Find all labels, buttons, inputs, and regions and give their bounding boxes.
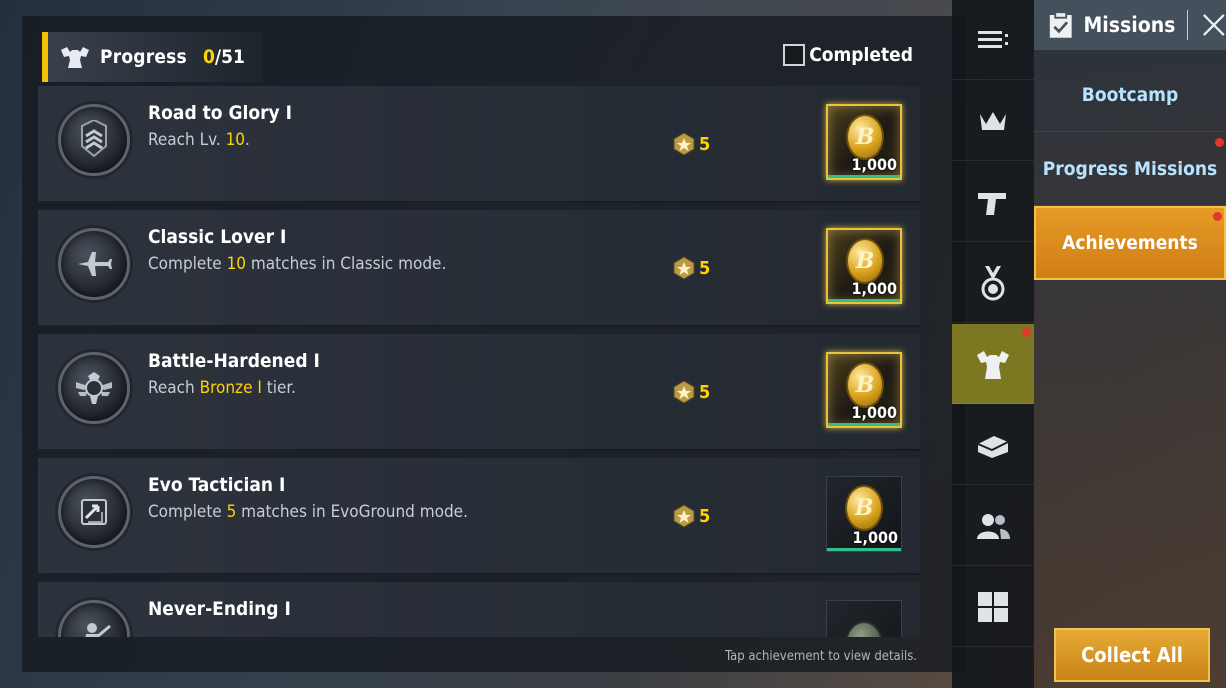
swap-arrows-icon bbox=[81, 499, 107, 525]
sidebar-title: Missions bbox=[1083, 13, 1176, 37]
sidebar-item-achievements[interactable]: Achievements bbox=[1034, 206, 1226, 280]
reward-amount: 1,000 bbox=[851, 155, 897, 174]
reward-progress-bar bbox=[827, 548, 901, 551]
reward-amount: 1,000 bbox=[851, 403, 897, 422]
medal-icon bbox=[981, 265, 1005, 300]
achievement-row[interactable]: Classic Lover I Complete 10 matches in C… bbox=[38, 210, 920, 327]
reward-box[interactable] bbox=[826, 600, 902, 637]
airplane-icon bbox=[78, 252, 112, 276]
header-divider bbox=[1187, 10, 1189, 40]
notification-dot bbox=[1215, 138, 1224, 147]
completed-filter[interactable]: Completed bbox=[783, 44, 913, 66]
achievement-row[interactable]: Road to Glory I Reach Lv. 10. 5 B 1,000 bbox=[38, 86, 920, 203]
achievement-title: Road to Glory I bbox=[148, 102, 292, 124]
reward-box[interactable]: B 1,000 bbox=[826, 228, 902, 304]
category-menu[interactable] bbox=[952, 0, 1034, 80]
achievement-description: Reach Lv. 10. bbox=[148, 130, 250, 150]
achievements-panel: Progress 0/51 Completed Road to Glory I … bbox=[22, 16, 965, 672]
treasure-chest-icon bbox=[977, 435, 1009, 458]
reward-amount: 1,000 bbox=[851, 279, 897, 298]
reward-progress-bar bbox=[828, 299, 900, 302]
notification-dot bbox=[1213, 212, 1222, 221]
achievement-points: 5 bbox=[672, 256, 710, 280]
achievement-list[interactable]: Road to Glory I Reach Lv. 10. 5 B 1,000 … bbox=[38, 86, 920, 637]
achievement-point-icon bbox=[673, 380, 695, 404]
sidebar-item-progress-missions[interactable]: Progress Missions bbox=[1034, 132, 1226, 206]
achievement-row[interactable]: Battle-Hardened I Reach Bronze I tier. 5… bbox=[38, 334, 920, 451]
category-rail bbox=[952, 0, 1034, 688]
bp-coin-icon: B bbox=[846, 362, 884, 408]
grid-icon bbox=[978, 591, 1008, 622]
achievement-title: Evo Tactician I bbox=[148, 474, 286, 496]
achievement-description: Complete 10 matches in Classic mode. bbox=[148, 254, 447, 274]
progress-total-count: /51 bbox=[214, 46, 245, 68]
achievement-title: Classic Lover I bbox=[148, 226, 287, 248]
achievement-description: Complete 5 matches in EvoGround mode. bbox=[148, 502, 468, 522]
achievement-row[interactable]: Never-Ending I bbox=[38, 582, 920, 637]
achievement-point-icon bbox=[673, 504, 695, 528]
achievement-badge bbox=[58, 352, 130, 424]
close-icon[interactable] bbox=[1202, 12, 1226, 38]
completed-checkbox[interactable] bbox=[783, 44, 806, 66]
reward-box[interactable]: B 1,000 bbox=[826, 352, 902, 428]
achievement-badge bbox=[58, 104, 130, 176]
progress-current-count: 0 bbox=[202, 46, 215, 68]
achievement-points: 5 bbox=[672, 132, 710, 156]
category-social[interactable] bbox=[952, 486, 1034, 566]
pistol-icon bbox=[978, 192, 1006, 215]
soldier-icon bbox=[85, 623, 111, 637]
category-weapons[interactable] bbox=[952, 162, 1034, 242]
reward-box[interactable]: B 1,000 bbox=[826, 104, 902, 180]
category-achievements[interactable] bbox=[952, 324, 1034, 404]
achievement-points: 5 bbox=[672, 504, 710, 528]
flexing-muscle-icon bbox=[977, 350, 1009, 379]
flexing-muscle-icon bbox=[61, 47, 89, 68]
achievement-badge bbox=[58, 476, 130, 548]
category-crown[interactable] bbox=[952, 81, 1034, 161]
bp-coin-icon: B bbox=[845, 485, 883, 531]
achievement-title: Never-Ending I bbox=[148, 598, 291, 620]
reward-amount: 1,000 bbox=[852, 528, 898, 547]
achievement-badge bbox=[58, 228, 130, 300]
winged-emblem-icon bbox=[76, 372, 112, 404]
bp-coin-icon: B bbox=[846, 114, 884, 160]
completed-label: Completed bbox=[809, 44, 913, 66]
missions-sidebar: Missions Bootcamp Progress Missions Achi… bbox=[1034, 0, 1226, 688]
achievement-point-icon bbox=[673, 256, 695, 280]
helmet-reward-icon bbox=[845, 621, 883, 637]
menu-list-icon bbox=[978, 30, 1008, 48]
achievement-badge bbox=[58, 600, 130, 637]
chevron-rank-icon bbox=[81, 120, 107, 158]
achievement-description: Reach Bronze I tier. bbox=[148, 378, 296, 398]
category-medal[interactable] bbox=[952, 243, 1034, 323]
sidebar-item-bootcamp[interactable]: Bootcamp bbox=[1034, 58, 1226, 132]
achievement-title: Battle-Hardened I bbox=[148, 350, 320, 372]
notification-dot bbox=[1022, 328, 1031, 337]
category-more[interactable] bbox=[952, 567, 1034, 647]
sidebar-header: Missions bbox=[1034, 0, 1226, 50]
achievement-points: 5 bbox=[672, 380, 710, 404]
progress-label: Progress bbox=[100, 46, 187, 68]
progress-header: Progress 0/51 bbox=[42, 32, 262, 82]
friends-icon bbox=[977, 513, 1010, 539]
tap-hint: Tap achievement to view details. bbox=[725, 649, 917, 664]
achievement-point-icon bbox=[673, 132, 695, 156]
bp-coin-icon: B bbox=[846, 238, 884, 284]
category-supplies[interactable] bbox=[952, 405, 1034, 485]
reward-progress-bar bbox=[828, 175, 900, 178]
achievement-row[interactable]: Evo Tactician I Complete 5 matches in Ev… bbox=[38, 458, 920, 575]
crown-icon bbox=[980, 111, 1006, 130]
reward-progress-bar bbox=[828, 423, 900, 426]
reward-box[interactable]: B 1,000 bbox=[826, 476, 902, 552]
collect-all-button[interactable]: Collect All bbox=[1054, 628, 1210, 682]
clipboard-check-icon bbox=[1049, 11, 1072, 38]
